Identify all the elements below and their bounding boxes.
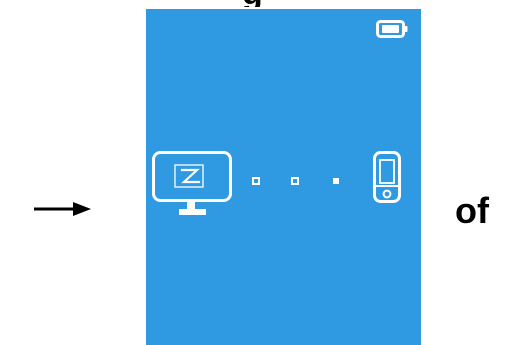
battery-icon: [376, 20, 408, 38]
right-arrow-icon: [34, 202, 91, 216]
screenshot-page: g: [0, 0, 514, 345]
device-screen: [146, 9, 421, 345]
portable-media-player-icon: [373, 151, 401, 203]
cropped-heading-fragment: g: [242, 0, 297, 7]
computer-sync-illustration: [152, 151, 401, 215]
side-text-of: of: [455, 190, 489, 231]
dotted-connection-icon: [252, 177, 339, 185]
monitor-icon: [152, 151, 232, 215]
